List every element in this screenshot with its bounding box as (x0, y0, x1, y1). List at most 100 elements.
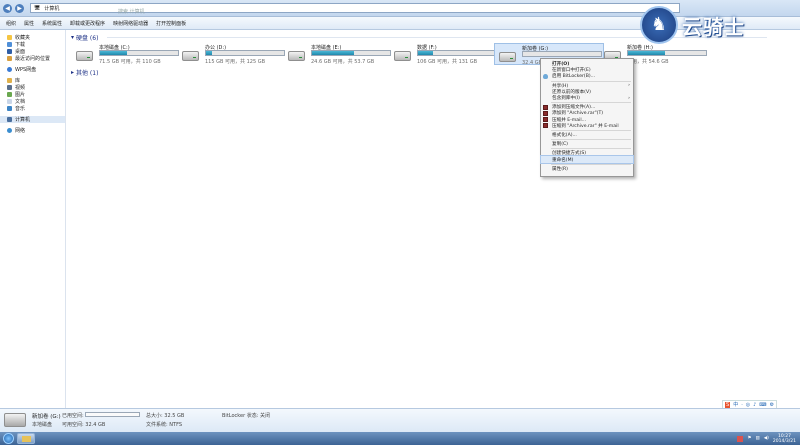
winrar-icon (543, 117, 548, 123)
system-tray: ⚑ ▥ ◀) 10:27 2014/3/21 (737, 432, 796, 445)
sidebar-item-music[interactable]: 音乐 (0, 105, 65, 112)
menu-separator (551, 163, 631, 165)
section-title: 其他 (1) (76, 70, 99, 77)
drive-d[interactable]: 办公 (D:) 115 GB 可用，共 125 GB (178, 43, 288, 65)
search-input[interactable]: 搜索 计算机 (118, 8, 145, 15)
context-menu-item[interactable]: 复制(C) (541, 141, 633, 147)
library-icon (7, 78, 12, 83)
drive-e[interactable]: 本地磁盘 (E:) 24.6 GB 可用，共 53.7 GB (284, 43, 394, 65)
map-drive-button[interactable]: 映射网络驱动器 (113, 20, 148, 27)
section-other[interactable]: ▸ 其他 (1) (71, 68, 98, 77)
menu-item-label: 添加到压缩文件(A)... (552, 105, 596, 111)
punctuation-icon[interactable]: · (741, 402, 743, 408)
context-menu-item[interactable]: 格式化(A)... (541, 132, 633, 138)
music-icon (7, 106, 12, 111)
start-button[interactable] (3, 433, 14, 444)
organize-button[interactable]: 组织 (6, 20, 16, 27)
context-menu-item[interactable]: 包含到库中(I) › (541, 95, 633, 102)
details-bitlocker: BitLocker 状态: 关闭 (222, 413, 270, 419)
submenu-arrow-icon: › (628, 95, 630, 101)
sogou-icon[interactable]: S (725, 401, 731, 408)
menu-item-label: 启用 BitLocker(B)... (552, 74, 596, 80)
emoji-icon[interactable]: ◎ (746, 402, 750, 408)
system-properties-button[interactable]: 系统属性 (42, 20, 62, 27)
menu-item-label: 添加到 "Archive.rar"(T) (552, 111, 604, 117)
voice-icon[interactable]: ♪ (753, 402, 756, 408)
menu-item-label: 还原以前的版本(V) (552, 89, 591, 95)
context-menu-item[interactable]: 属性(R) (541, 166, 633, 172)
section-hard-disks[interactable]: ▾ 硬盘 (6) (71, 33, 98, 42)
drive-c[interactable]: 本地磁盘 (C:) 71.5 GB 可用，共 110 GB (72, 43, 182, 65)
context-menu-item[interactable]: 启用 BitLocker(B)... (541, 73, 633, 79)
drive-free: 106 GB 可用，共 131 GB (417, 59, 478, 65)
download-icon (7, 42, 12, 47)
sidebar-item-downloads[interactable]: 下载 (0, 41, 65, 48)
flag-icon[interactable]: ⚑ (747, 436, 751, 441)
taskbar-explorer[interactable] (17, 433, 35, 444)
usage-fill (418, 51, 433, 55)
winrar-icon (543, 123, 548, 129)
details-pane: 新加卷 (G:) 已用空间: 本地磁盘 可用空间: 32.4 GB 总大小: 3… (0, 408, 800, 432)
cloud-icon (7, 67, 12, 72)
menu-separator (551, 80, 631, 82)
computer-icon: 🖥 (34, 5, 41, 11)
sidebar-item-libraries[interactable]: 库 (0, 77, 65, 84)
sidebar-item-desktop[interactable]: 桌面 (0, 48, 65, 55)
winrar-icon (543, 110, 548, 116)
watermark-text: 云骑士 (682, 14, 745, 39)
tray-app-icon[interactable] (737, 435, 744, 442)
sidebar-item-network[interactable]: 网络 (0, 127, 65, 134)
navigation-pane: 收藏夹 下载 桌面 最近访问的位置 WPS网盘 库 视频 图片 文档 音乐 计算… (0, 30, 66, 408)
volume-icon[interactable]: ◀) (764, 436, 769, 441)
context-menu: 打开(O) 在新窗口中打开(E) 启用 BitLocker(B)... 共享(H) › 还… (540, 58, 634, 177)
menu-separator (551, 102, 631, 104)
menu-item-label: 在新窗口中打开(E) (552, 68, 591, 74)
sidebar-item-documents[interactable]: 文档 (0, 98, 65, 105)
details-type: 本地磁盘 (32, 422, 53, 428)
sidebar-item-computer[interactable]: 计算机 (0, 116, 65, 123)
computer-icon (7, 117, 12, 122)
uninstall-button[interactable]: 卸载或更改程序 (70, 20, 105, 27)
hard-disk-icon (76, 51, 93, 61)
settings-icon[interactable]: ⚙ (770, 402, 774, 408)
context-menu-item[interactable]: 重命名(M) (540, 155, 634, 164)
menu-item-label: 重命名(M) (552, 157, 574, 163)
keyboard-icon[interactable]: ⌨ (759, 402, 766, 408)
menu-item-label: 打开(O) (552, 62, 570, 68)
forward-icon[interactable]: ▶ (15, 3, 24, 13)
sidebar-item-recent[interactable]: 最近访问的位置 (0, 55, 65, 62)
usage-bar (311, 50, 391, 56)
sidebar-item-wps[interactable]: WPS网盘 (0, 66, 65, 73)
context-menu-item[interactable]: 压缩到 "Archive.rar" 并 E-mail (541, 123, 633, 129)
sidebar-item-pictures[interactable]: 图片 (0, 91, 65, 98)
menu-item-label: 压缩并 E-mail... (552, 117, 587, 123)
details-total: 总大小: 32.5 GB (146, 413, 185, 419)
properties-button[interactable]: 属性 (24, 20, 34, 27)
drive-f[interactable]: 数据 (F:) 106 GB 可用，共 131 GB (390, 43, 500, 65)
folder-icon (21, 435, 31, 442)
menu-item-label: 格式化(A)... (552, 132, 577, 138)
usage-bar (522, 51, 602, 57)
drive-free: 71.5 GB 可用，共 110 GB (99, 59, 161, 65)
network-tray-icon[interactable]: ▥ (755, 436, 759, 441)
star-icon (7, 35, 12, 40)
usage-fill (312, 51, 355, 55)
hard-disk-icon (499, 52, 516, 62)
clock[interactable]: 10:27 2014/3/21 (773, 434, 796, 444)
desktop-icon (7, 49, 12, 54)
collapse-arrow-icon: ▸ (71, 69, 75, 76)
address-text: 计算机 (44, 5, 60, 12)
back-icon[interactable]: ◀ (3, 3, 12, 13)
sidebar-item-favorites[interactable]: 收藏夹 (0, 34, 65, 41)
hard-disk-icon (394, 51, 411, 61)
menu-separator (551, 129, 631, 131)
usage-fill (628, 51, 666, 55)
control-panel-button[interactable]: 打开控制面板 (156, 20, 186, 27)
section-title: 硬盘 (6) (76, 35, 99, 42)
menu-separator (551, 148, 631, 150)
content-pane: ▾ 硬盘 (6) 本地磁盘 (C:) 71.5 GB 可用，共 110 GB 办… (67, 30, 800, 408)
chinese-mode-icon[interactable]: 中 (733, 401, 738, 408)
menu-item-label: 压缩到 "Archive.rar" 并 E-mail (552, 123, 619, 129)
sidebar-item-videos[interactable]: 视频 (0, 84, 65, 91)
bitlocker-shield-icon (543, 73, 548, 79)
